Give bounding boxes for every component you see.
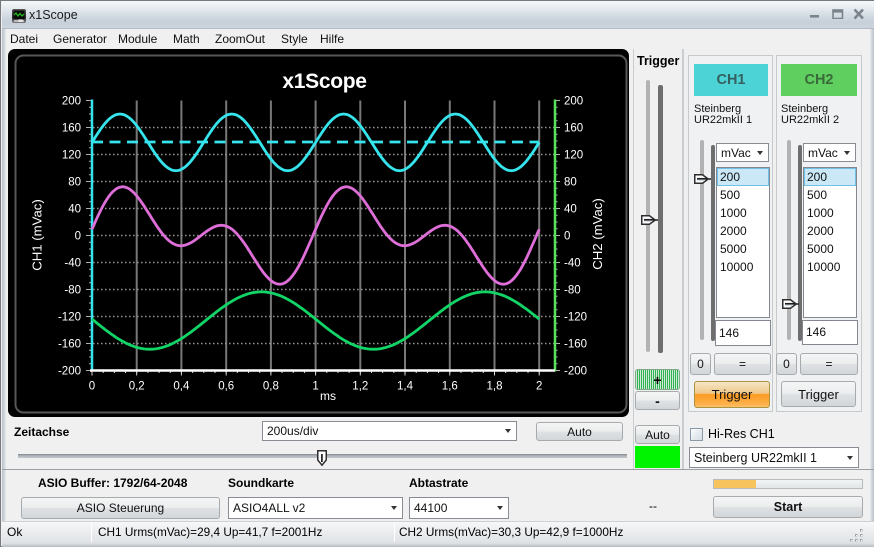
svg-text:2: 2 [536,381,542,393]
svg-text:1: 1 [312,381,318,393]
svg-text:-120: -120 [58,312,81,324]
svg-text:0,2: 0,2 [129,381,145,393]
svg-text:40: 40 [564,204,577,216]
svg-text:ms: ms [320,389,336,403]
svg-text:-160: -160 [58,339,81,351]
svg-text:-80: -80 [564,285,581,297]
svg-text:1,4: 1,4 [397,381,414,393]
svg-text:-160: -160 [564,339,587,351]
svg-text:80: 80 [564,177,577,189]
svg-text:0,4: 0,4 [173,381,190,393]
svg-text:1,6: 1,6 [442,381,458,393]
svg-text:0: 0 [564,231,570,243]
svg-text:0: 0 [75,231,81,243]
svg-text:-40: -40 [564,258,581,270]
svg-text:120: 120 [62,150,81,162]
svg-text:CH1 (mVac): CH1 (mVac) [30,199,45,271]
svg-text:1,2: 1,2 [352,381,368,393]
svg-text:1,8: 1,8 [487,381,503,393]
svg-text:CH2 (mVac): CH2 (mVac) [590,198,605,270]
svg-text:0,8: 0,8 [263,381,279,393]
svg-text:-80: -80 [64,285,81,297]
svg-text:120: 120 [564,150,583,162]
svg-text:-40: -40 [64,258,81,270]
svg-text:x1Scope: x1Scope [282,70,366,93]
svg-text:160: 160 [62,123,81,135]
svg-text:200: 200 [62,96,81,108]
svg-text:0: 0 [89,381,95,393]
svg-text:-200: -200 [564,366,587,378]
svg-text:160: 160 [564,123,583,135]
svg-text:0,6: 0,6 [218,381,234,393]
svg-text:-120: -120 [564,312,587,324]
svg-text:200: 200 [564,96,583,108]
svg-text:-200: -200 [58,366,81,378]
svg-text:80: 80 [68,177,81,189]
svg-text:40: 40 [68,204,81,216]
